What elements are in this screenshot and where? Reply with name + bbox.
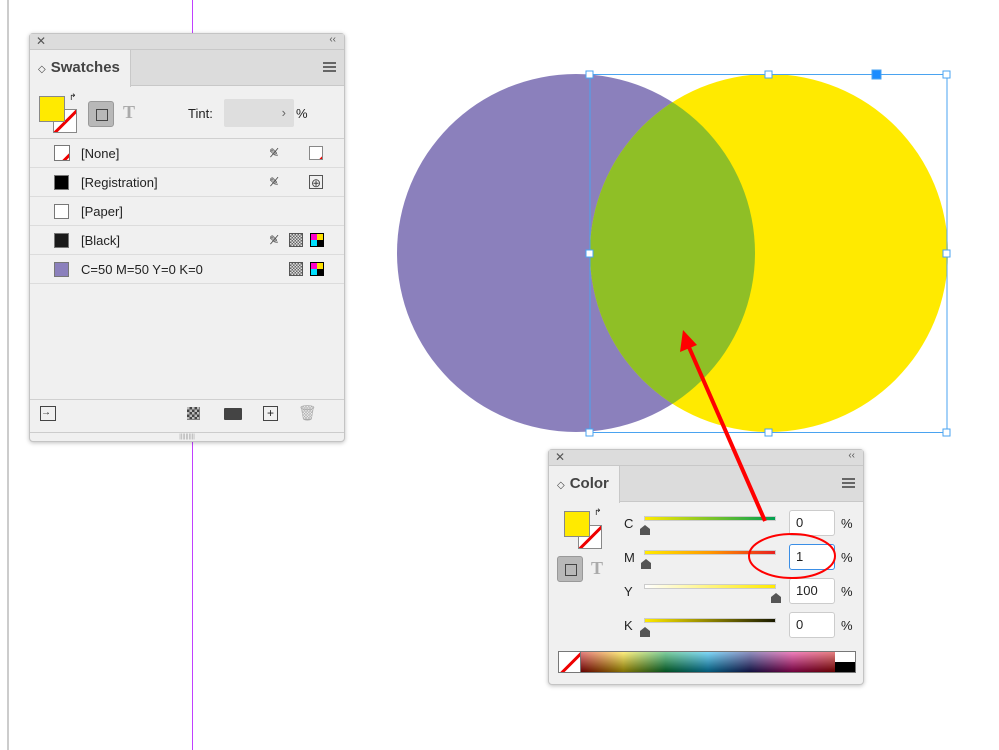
load-swatches-icon[interactable]: →	[40, 406, 56, 421]
expand-icon: ◇	[557, 480, 565, 491]
channel-label-m: M	[624, 550, 635, 565]
input-c[interactable]: 0	[789, 510, 835, 536]
slider-thumb-m[interactable]	[641, 559, 651, 569]
no-edit-icon: ✎̸	[268, 175, 280, 189]
resize-grip[interactable]: ||||||||||	[30, 432, 344, 441]
formatting-text-icon[interactable]: T	[591, 558, 603, 579]
black-white-button[interactable]	[835, 652, 855, 672]
slider-thumb-c[interactable]	[640, 525, 650, 535]
swatch-row-registration[interactable]: [Registration] ✎̸ ⊕	[30, 168, 344, 197]
swatch-chip	[54, 233, 69, 248]
none-icon	[309, 146, 323, 160]
new-swatch-icon[interactable]: +	[263, 406, 278, 421]
cmyk-icon	[310, 262, 324, 276]
formatting-text-icon[interactable]: T	[123, 102, 135, 123]
no-edit-icon: ✎̸	[268, 233, 280, 247]
tab-color[interactable]: ◇ Color	[549, 466, 620, 503]
swatch-chip	[54, 175, 69, 190]
swap-icon[interactable]: ↱	[69, 92, 77, 103]
channel-label-c: C	[624, 516, 634, 531]
swatches-panel: ✕ ‹‹ ◇ Swatches ↱ T Tint: › % [None] ✎̸ [Re…	[29, 33, 345, 442]
color-panel: ✕ ‹‹ ◇ Color ↱ T C 0 % M 1 % Y 100 % K 0 %	[548, 449, 864, 685]
panel-menu-icon[interactable]	[842, 478, 855, 488]
new-group-icon[interactable]	[224, 408, 242, 420]
fill-swatch[interactable]	[39, 96, 65, 122]
slider-thumb-k[interactable]	[640, 627, 650, 637]
slider-m[interactable]	[644, 550, 776, 555]
process-icon	[289, 262, 303, 276]
unit: %	[841, 618, 853, 633]
swatch-chip	[54, 145, 70, 161]
unit: %	[841, 516, 853, 531]
close-icon[interactable]: ✕	[555, 450, 565, 464]
channel-label-k: K	[624, 618, 633, 633]
expand-icon: ◇	[38, 64, 46, 75]
swatch-row-none[interactable]: [None] ✎̸	[30, 139, 344, 168]
slider-k[interactable]	[644, 618, 776, 623]
unit: %	[841, 584, 853, 599]
slider-y[interactable]	[644, 584, 776, 589]
collapse-icon[interactable]: ‹‹	[329, 34, 336, 45]
fill-swatch[interactable]	[564, 511, 590, 537]
swatch-row-purple[interactable]: C=50 M=50 Y=0 K=0	[30, 255, 344, 284]
color-spectrum[interactable]	[558, 651, 856, 673]
tint-arrow-icon: ›	[281, 105, 286, 120]
tint-input[interactable]: ›	[224, 99, 294, 127]
delete-icon[interactable]: 🗑	[298, 404, 317, 422]
tint-unit: %	[296, 106, 308, 121]
swatch-name: [Black]	[81, 233, 121, 248]
panel-menu-icon[interactable]	[323, 62, 336, 72]
swatch-name: [None]	[81, 146, 120, 161]
tab-label: Color	[569, 475, 609, 492]
collapse-icon[interactable]: ‹‹	[848, 450, 855, 461]
tab-label: Swatches	[50, 59, 120, 76]
cmyk-icon	[310, 233, 324, 247]
swatch-row-paper[interactable]: [Paper]	[30, 197, 344, 226]
swap-icon[interactable]: ↱	[594, 507, 602, 518]
swatch-name: C=50 M=50 Y=0 K=0	[81, 262, 203, 277]
formatting-container-button[interactable]	[557, 556, 583, 582]
swatch-name: [Paper]	[81, 204, 123, 219]
slider-thumb-y[interactable]	[771, 593, 781, 603]
channel-label-y: Y	[624, 584, 633, 599]
no-edit-icon: ✎̸	[268, 146, 280, 160]
swatch-name: [Registration]	[81, 175, 158, 190]
input-k[interactable]: 0	[789, 612, 835, 638]
input-y[interactable]: 100	[789, 578, 835, 604]
swatch-list: [None] ✎̸ [Registration] ✎̸ ⊕ [Paper] [Blac…	[30, 139, 344, 399]
input-m[interactable]: 1	[789, 544, 835, 570]
swatch-chip	[54, 204, 69, 219]
registration-icon: ⊕	[309, 175, 323, 190]
unit: %	[841, 550, 853, 565]
swatch-row-black[interactable]: [Black] ✎̸	[30, 226, 344, 255]
swatch-chip	[54, 262, 69, 277]
close-icon[interactable]: ✕	[36, 34, 46, 48]
tab-swatches[interactable]: ◇ Swatches	[30, 50, 131, 87]
show-swatch-kinds-icon[interactable]	[187, 407, 200, 420]
process-icon	[289, 233, 303, 247]
slider-c[interactable]	[644, 516, 776, 521]
none-color-button[interactable]	[559, 652, 581, 672]
formatting-container-button[interactable]	[88, 101, 114, 127]
tint-label: Tint:	[188, 106, 213, 121]
